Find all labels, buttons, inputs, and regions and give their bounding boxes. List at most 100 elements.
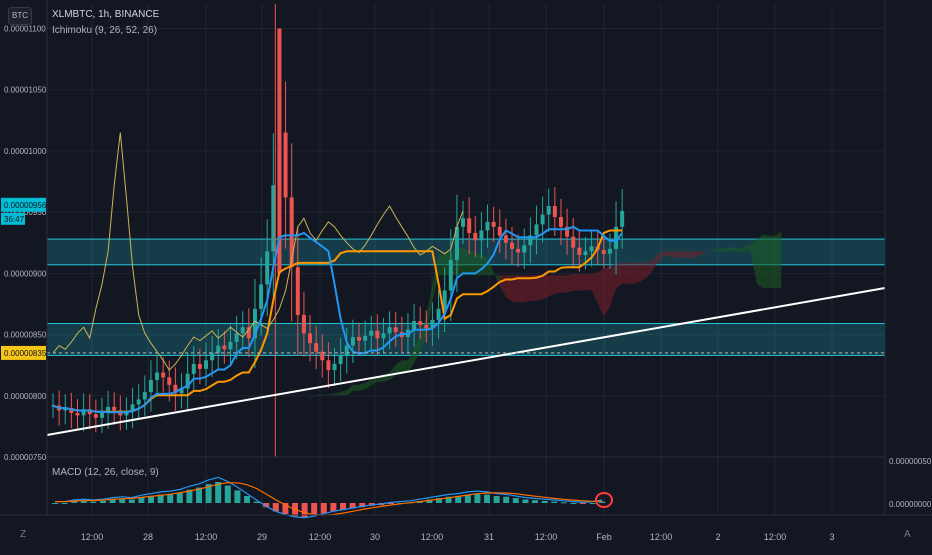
candle-down	[290, 197, 294, 267]
cloud-segment	[610, 263, 616, 307]
time-tick: 28	[143, 532, 153, 542]
candle-down	[577, 248, 581, 255]
price-tick: 0.00000800	[4, 392, 47, 401]
macd-pane	[52, 477, 612, 517]
candle-down	[498, 227, 502, 236]
cloud-segment	[328, 394, 334, 396]
cloud-segment	[249, 410, 255, 411]
cloud-segment	[439, 252, 445, 275]
candle-down	[467, 218, 471, 233]
macd-bar	[138, 497, 144, 503]
candle-up	[333, 364, 337, 370]
candle-up	[534, 224, 538, 235]
cloud-segment	[689, 251, 695, 257]
trendline-segment	[47, 288, 885, 435]
candle-up	[486, 222, 490, 231]
macd-bar	[513, 498, 519, 503]
candle-down	[375, 331, 379, 338]
candle-up	[479, 231, 483, 241]
price-tick: 0.00000850	[4, 331, 47, 340]
candle-down	[516, 249, 520, 253]
cloud-segment	[347, 385, 353, 395]
price-tick: 0.00001000	[4, 147, 47, 156]
ichimoku-lines	[53, 133, 622, 413]
macd-bar	[129, 500, 135, 504]
candle-down	[473, 233, 477, 240]
time-tick: 12:00	[421, 532, 444, 542]
time-tick: 12:00	[81, 532, 104, 542]
candle-up	[100, 413, 104, 418]
candle-up	[437, 309, 441, 320]
macd-bar	[167, 494, 173, 503]
candle-up	[241, 327, 245, 333]
cloud-segment	[769, 236, 775, 288]
time-tick: 12:00	[535, 532, 558, 542]
macd-bar	[225, 486, 231, 504]
timezone-button[interactable]: Z	[20, 529, 26, 540]
symbol-badge[interactable]: BTC	[8, 7, 32, 25]
cloud-segment	[628, 263, 634, 284]
macd-bar	[590, 503, 596, 504]
candle-up	[228, 342, 232, 349]
macd-bar	[580, 503, 586, 504]
time-tick: 2	[715, 532, 720, 542]
cloud-segment	[310, 395, 316, 399]
candle-up	[149, 380, 153, 392]
macd-bar	[52, 503, 58, 504]
price-tick: 0.00000900	[4, 269, 47, 278]
candle-up	[363, 336, 367, 341]
candle-down	[198, 364, 202, 369]
candle-down	[308, 333, 312, 343]
candle-up	[522, 245, 526, 252]
cloud-segment	[500, 275, 506, 297]
auto-scale-button[interactable]: A	[904, 529, 911, 540]
candle-down	[492, 222, 496, 227]
trendline[interactable]	[47, 288, 885, 435]
candle-up	[381, 333, 385, 338]
price-tick: 0.00001050	[4, 86, 47, 95]
signal-line	[55, 483, 602, 516]
cloud-segment	[585, 274, 591, 291]
cloud-segment	[469, 250, 475, 275]
candle-down	[418, 321, 422, 325]
time-tick: Feb	[596, 532, 612, 542]
cloud-segment	[383, 373, 389, 382]
time-tick: 12:00	[309, 532, 332, 542]
cloud-segment	[224, 408, 230, 409]
cloud-segment	[757, 234, 763, 288]
cloud-segment	[524, 275, 530, 302]
cloud-segment	[708, 250, 714, 251]
candle-down	[357, 337, 361, 341]
macd-bar	[62, 503, 68, 504]
candle-up	[192, 364, 196, 374]
cloud-segment	[402, 360, 408, 372]
candle-down	[571, 237, 575, 248]
candle-up	[412, 321, 416, 330]
cloud-segment	[316, 395, 322, 396]
candle-up	[155, 373, 159, 380]
macd-bar	[330, 503, 336, 511]
candle-up	[265, 251, 269, 284]
indicator-legend[interactable]: Ichimoku (9, 26, 52, 26)	[52, 25, 157, 36]
cloud-segment	[322, 395, 328, 396]
candle-up	[388, 327, 392, 333]
candle-up	[590, 246, 594, 251]
cloud-segment	[720, 248, 726, 251]
time-tick: 12:00	[195, 532, 218, 542]
candle-down	[326, 360, 330, 370]
candle-up	[345, 346, 349, 356]
cloud-segment	[549, 275, 555, 296]
macd-bar	[570, 503, 576, 504]
candle-up	[351, 337, 355, 346]
macd-bar	[177, 493, 183, 504]
support-zone	[47, 324, 885, 356]
cloud-segment	[292, 409, 298, 411]
candle-down	[284, 133, 288, 198]
candle-up	[620, 211, 624, 227]
macd-tick: 0.00000000	[889, 500, 932, 509]
candle-up	[547, 206, 551, 215]
macd-bar	[542, 501, 548, 503]
macd-legend[interactable]: MACD (12, 26, close, 9)	[52, 467, 159, 478]
cloud-segment	[230, 409, 236, 410]
cloud-segment	[555, 275, 561, 294]
